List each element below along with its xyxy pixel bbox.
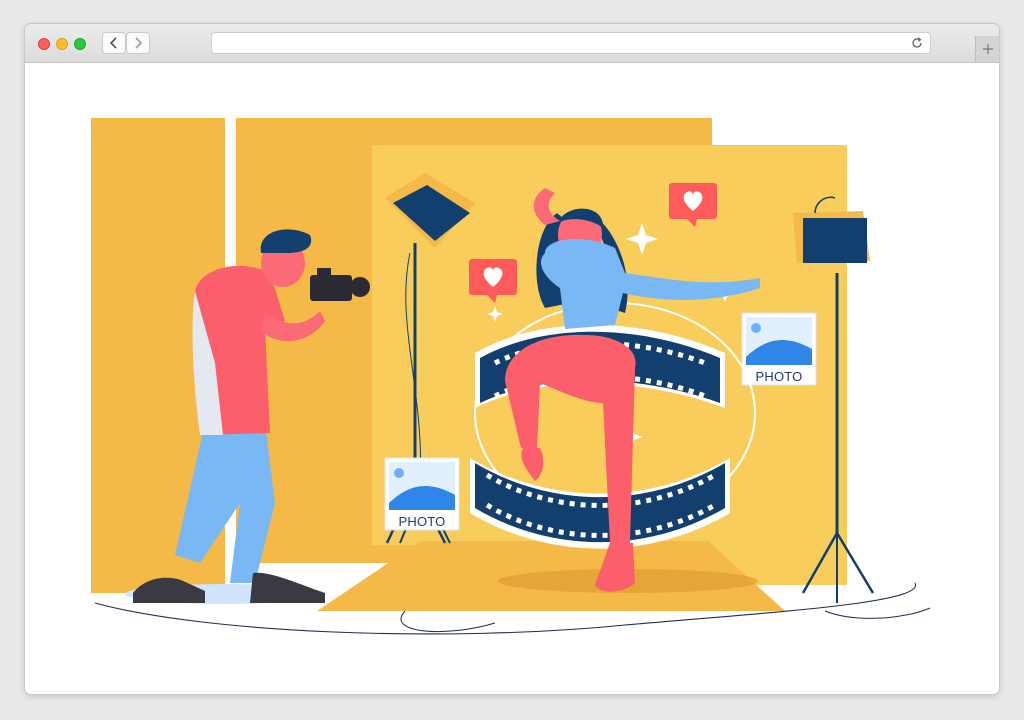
photo-card-right: PHOTO [741, 312, 817, 386]
page-content: PHOTO PHOTO [25, 63, 999, 694]
cable-loop [400, 610, 496, 633]
photo-studio-illustration: PHOTO PHOTO [91, 118, 931, 635]
url-input[interactable] [220, 35, 904, 53]
chevron-right-icon [135, 37, 143, 49]
chevron-left-icon [109, 37, 117, 49]
plus-icon [983, 44, 993, 54]
close-window-button[interactable] [38, 38, 50, 50]
address-bar[interactable] [211, 32, 931, 54]
browser-window: PHOTO PHOTO [25, 24, 999, 694]
photo-card-right-label: PHOTO [756, 369, 803, 384]
photo-card-left: PHOTO [384, 457, 460, 544]
minimize-window-button[interactable] [56, 38, 68, 50]
back-button[interactable] [102, 32, 126, 54]
photo-card-left-label: PHOTO [399, 514, 446, 529]
forward-button[interactable] [126, 32, 150, 54]
title-bar [25, 24, 999, 63]
reload-icon[interactable] [910, 36, 924, 50]
cable-right [824, 607, 931, 619]
new-tab-button[interactable] [975, 36, 999, 62]
zoom-window-button[interactable] [74, 38, 86, 50]
